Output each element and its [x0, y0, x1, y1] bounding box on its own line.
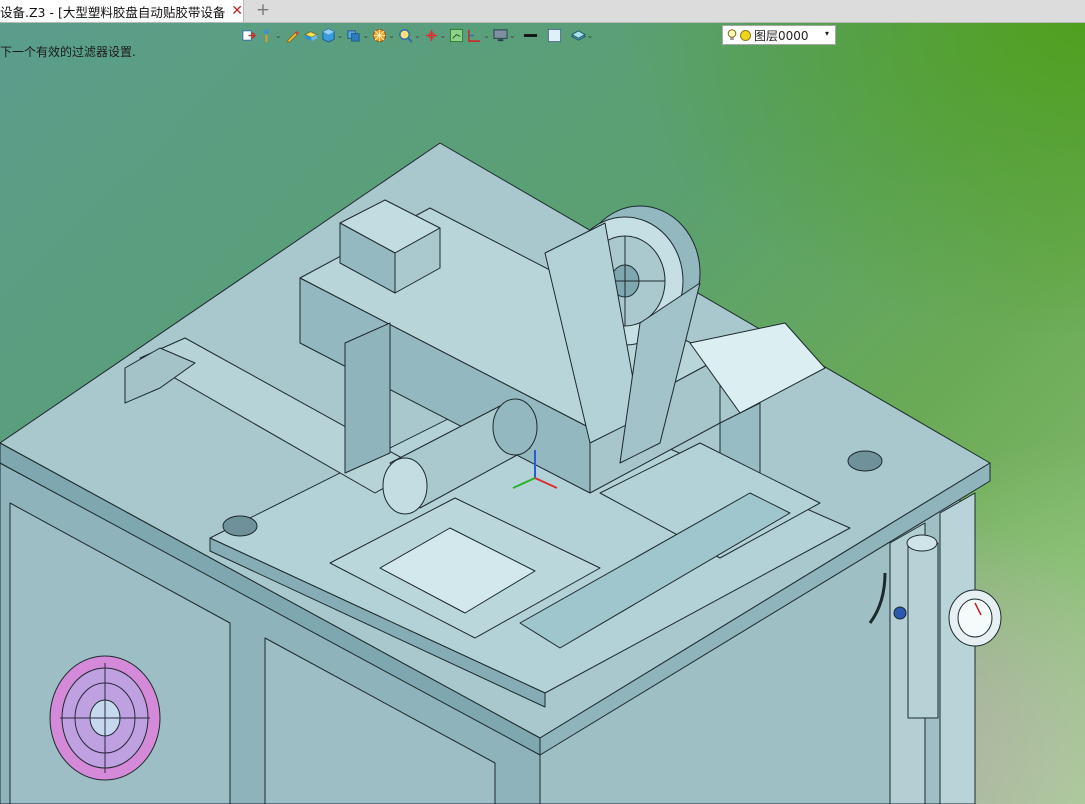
close-icon[interactable]: ✕ [231, 4, 243, 18]
cad-model[interactable] [0, 23, 1085, 804]
column-left [344, 322, 391, 474]
3d-viewport[interactable]: 下一个有效的过滤器设置. ⌄ ⌄ ⌄ ⌄ ⌄ ⌄ ⌄ ⌄ ⌄ 图层0000 ▾ [0, 23, 1085, 804]
mount-hole [222, 515, 258, 537]
document-tab[interactable]: 设备.Z3 - [大型塑料胶盘自动贴胶带设备] ✕ [0, 0, 244, 22]
tab-bar: 设备.Z3 - [大型塑料胶盘自动贴胶带设备] ✕ + [0, 0, 1085, 23]
cabinet-leg-right [939, 492, 976, 804]
fan-grille [49, 655, 161, 781]
mount-hole-right [847, 450, 883, 472]
tab-title: 设备.Z3 - [大型塑料胶盘自动贴胶带设备] [0, 4, 226, 20]
add-tab-icon[interactable]: + [254, 1, 272, 19]
